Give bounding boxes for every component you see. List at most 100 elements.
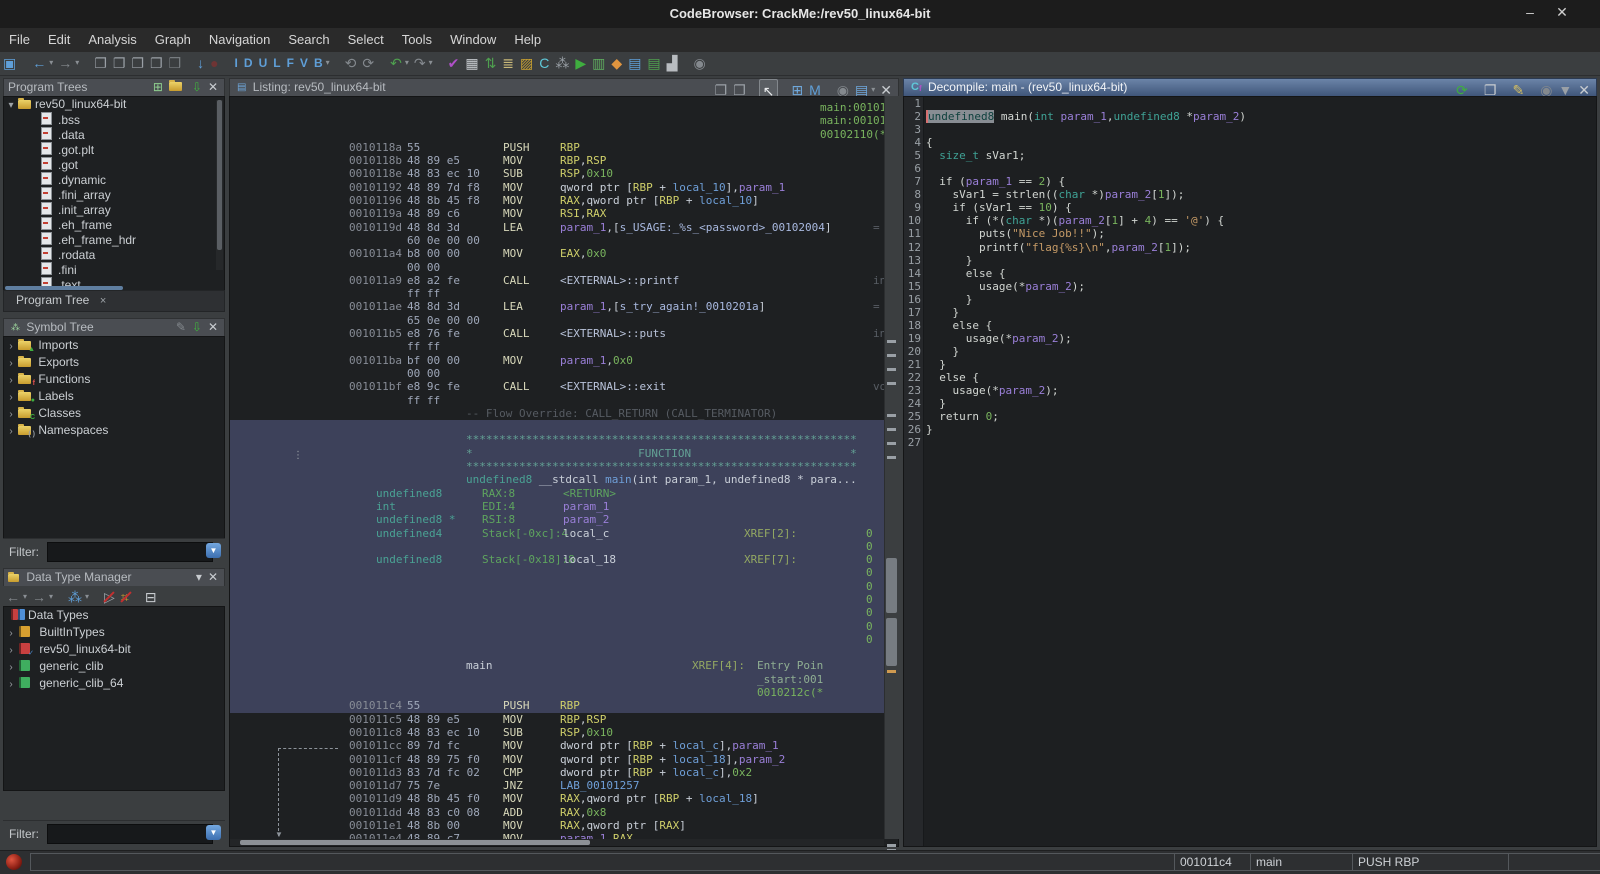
listing-row[interactable] <box>230 646 898 660</box>
chart-icon[interactable]: ▟ <box>664 52 681 74</box>
ghidra-logo-icon[interactable] <box>6 854 22 870</box>
listing-row[interactable]: undefined8 RAX:8 <RETURN> <box>230 486 898 500</box>
listing-row[interactable]: main XREF[4]: Entry Poin <box>230 659 898 673</box>
listing-row[interactable]: 001011d7 75 7e JNZ LAB_00101257 <box>230 779 898 792</box>
listing-row[interactable]: 001011d9 48 8b 45 f0 MOV RAX,qword ptr [RBP… <box>230 792 898 805</box>
tab-close-icon[interactable]: × <box>94 295 106 307</box>
listing-row[interactable]: 0010118a 55 PUSH RBP <box>230 141 898 154</box>
xref-row[interactable]: main:00101 <box>230 101 898 114</box>
nav-function-icon[interactable]: F <box>284 52 297 74</box>
listing-row[interactable]: 65 0e 00 00 <box>230 314 898 327</box>
forward-icon[interactable]: → <box>29 586 49 608</box>
refresh-in-icon[interactable]: ⟲ <box>342 52 360 74</box>
collapse-all-icon[interactable]: ⊟ <box>142 586 160 608</box>
symbol-tree-item-functions[interactable]: › f Functions <box>4 371 224 388</box>
listing-row[interactable] <box>230 420 898 434</box>
minimize-button[interactable]: – <box>1518 4 1542 20</box>
splitter-dots-handle[interactable]: ⋮ <box>293 450 303 461</box>
decompiler-code[interactable]: undefined8 main(int param_1,undefined8 *… <box>926 97 1596 846</box>
associations-icon-dropdown[interactable]: ▾ <box>85 586 91 608</box>
memory-map-icon[interactable]: ▥ <box>589 52 608 74</box>
program-trees-header[interactable]: Program Trees ⊞ ⇩ ✕ <box>3 78 225 98</box>
listing-row[interactable]: 001011c5 48 89 e5 MOV RBP,RSP <box>230 713 898 726</box>
redo-icon[interactable]: ↷ <box>411 52 429 74</box>
data-type-item-generic_clib[interactable]: › generic_clib <box>4 658 224 675</box>
symbol-tree-item-classes[interactable]: › C Classes <box>4 405 224 422</box>
listing-row[interactable]: 001011ba bf 00 00 MOV param_1,0x0 <box>230 354 898 367</box>
listing-row[interactable]: int EDI:4 param_1 <box>230 499 898 514</box>
listing-row[interactable]: 00 00 <box>230 261 898 274</box>
symbol-tree-item-namespaces[interactable]: › ( ) Namespaces <box>4 422 224 439</box>
listing-row[interactable]: 001011cc 89 7d fc MOV dword ptr [RBP + loca… <box>230 739 898 752</box>
table-view-icon[interactable]: ▤ <box>625 52 644 74</box>
decompiler-line[interactable]: } <box>926 254 1596 267</box>
tree-item-fini[interactable]: .fini <box>4 262 224 277</box>
decompiler-line[interactable] <box>926 97 1596 110</box>
listing-row[interactable]: 001011a9 e8 a2 fe CALL <EXTERNAL>::printf in… <box>230 274 898 287</box>
listing-row[interactable]: ff ff <box>230 287 898 300</box>
decompiler-header[interactable]: Cf Decompile: main - (rev50_linux64-bit)… <box>903 78 1597 98</box>
decompiler-line[interactable]: usage(*param_2); <box>926 384 1596 397</box>
paste-icon[interactable]: ❐ <box>110 52 129 74</box>
filter-arrays-off-icon[interactable]: ▷ <box>101 586 118 608</box>
copy-icon[interactable]: ❐ <box>91 52 110 74</box>
listing-hscrollbar[interactable] <box>230 839 884 846</box>
nav-byte-icon-dropdown[interactable]: ▾ <box>326 52 332 74</box>
clang-icon[interactable]: C <box>536 52 552 74</box>
listing-row[interactable]: 60 0e 00 00 <box>230 234 898 247</box>
tree-item-eh_frame_hdr[interactable]: .eh_frame_hdr <box>4 232 224 247</box>
undo-icon[interactable]: ↶ <box>387 52 405 74</box>
data-type-item-builtintypes[interactable]: › BuiltInTypes <box>4 624 224 641</box>
decompiler-line[interactable]: return 0; <box>926 410 1596 423</box>
listing-row[interactable]: 001011d3 83 7d fc 02 CMP dword ptr [RBP + l… <box>230 766 898 779</box>
bookmark-icon[interactable]: ● <box>207 52 221 74</box>
close-icon[interactable]: ✕ <box>205 569 221 586</box>
close-button[interactable]: ✕ <box>1550 4 1574 21</box>
symbol-tree-item-labels[interactable]: › ● Labels <box>4 388 224 405</box>
listing-row[interactable]: undefined4 Stack[-0xc]:4local_c XREF[2]: 0 <box>230 526 898 540</box>
close-icon[interactable]: ✕ <box>205 79 221 96</box>
menu-tools[interactable]: Tools <box>393 28 441 47</box>
forward-icon-dropdown[interactable]: ▾ <box>49 586 55 608</box>
run-icon[interactable]: ▶ <box>572 52 589 74</box>
decompiler-line[interactable]: } <box>926 306 1596 319</box>
nav-undefined-icon[interactable]: U <box>256 52 271 74</box>
tab-program-tree[interactable]: Program Tree <box>4 293 89 307</box>
listing-row[interactable]: 0 <box>230 619 898 633</box>
import-icon[interactable]: ⇩ <box>189 79 205 96</box>
listing-row[interactable]: * FUNCTION * <box>230 446 898 461</box>
listing-row[interactable]: 0010212c(* <box>230 686 898 700</box>
listing-row[interactable]: 001011dd 48 83 c0 08 ADD RAX,0x8 <box>230 806 898 819</box>
listing-row[interactable]: _start:001 <box>230 672 898 687</box>
tree-item-fini_array[interactable]: .fini_array <box>4 187 224 202</box>
open-folder-icon[interactable] <box>166 79 189 96</box>
listing-row[interactable]: 0010119d 48 8d 3d LEA param_1,[s_USAGE:_%s_… <box>230 221 898 234</box>
menu-edit[interactable]: Edit <box>39 28 79 47</box>
decompiler-line[interactable]: } <box>926 423 1596 436</box>
decompiler-line[interactable]: usage(*param_2); <box>926 332 1596 345</box>
listing-row[interactable]: 001011c4 55 PUSH RBP <box>230 699 898 713</box>
symbol-tree-item-imports[interactable]: › ▲ Imports <box>4 337 224 354</box>
nav-data-icon[interactable]: D <box>241 52 256 74</box>
listing-row[interactable]: 0010119a 48 89 c6 MOV RSI,RAX <box>230 207 898 220</box>
listing-row[interactable]: 001011e1 48 8b 00 MOV RAX,qword ptr [RAX] <box>230 819 898 832</box>
filter-icon[interactable]: ▼ <box>206 825 221 840</box>
decompiler-line[interactable]: else { <box>926 319 1596 332</box>
listing-row[interactable]: 001011cf 48 89 75 f0 MOV qword ptr [RBP + l… <box>230 753 898 766</box>
listing-row[interactable]: ****************************************… <box>230 460 898 474</box>
microphone-icon[interactable]: ◉ <box>690 52 708 74</box>
menu-navigation[interactable]: Navigation <box>200 28 279 47</box>
decompiler-line[interactable]: } <box>926 397 1596 410</box>
listing-row[interactable]: 0010118b 48 89 e5 MOV RBP,RSP <box>230 154 898 167</box>
tree-item-data[interactable]: .data <box>4 127 224 142</box>
tree-root-rev50_linux64-bit[interactable]: ▾ rev50_linux64-bit <box>4 97 224 112</box>
filter-pointers-off-icon[interactable]: ⌗ <box>118 586 132 608</box>
menu-window[interactable]: Window <box>441 28 505 47</box>
decompiler-line[interactable]: usage(*param_2); <box>926 280 1596 293</box>
nav-byte-icon[interactable]: B <box>311 52 326 74</box>
decompiler-line[interactable]: } <box>926 345 1596 358</box>
validate-icon[interactable]: ✔ <box>445 52 463 74</box>
symbol-tree-item-exports[interactable]: › Exports <box>4 354 224 371</box>
nav-instruction-icon[interactable]: I <box>232 52 241 74</box>
decompiler-line[interactable]: if (param_1 == 2) { <box>926 175 1596 188</box>
